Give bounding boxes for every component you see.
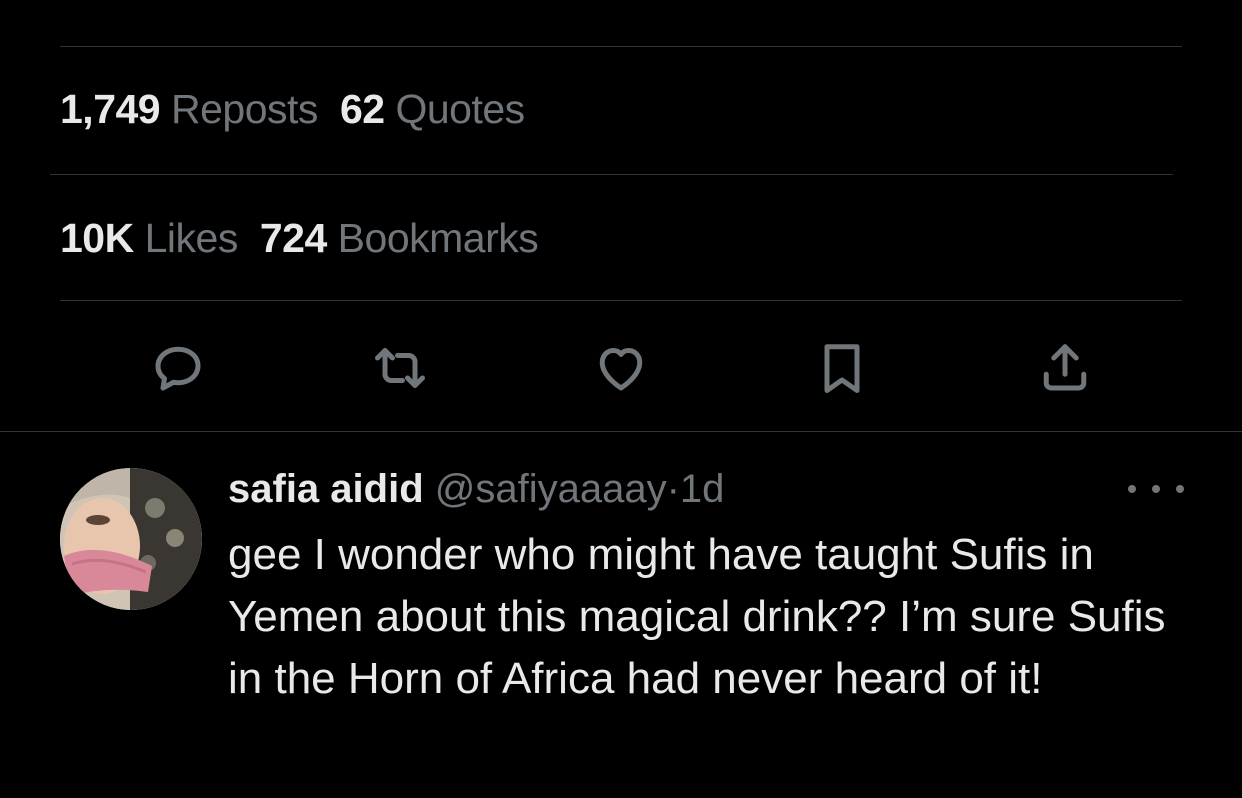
bookmarks-label: Bookmarks [337, 215, 539, 261]
share-button[interactable] [1032, 335, 1098, 401]
divider [60, 46, 1182, 47]
more-options-button[interactable] [1128, 474, 1184, 504]
stats-row-reposts-quotes: 1,749 Reposts 62 Quotes [60, 84, 547, 134]
bookmark-icon [824, 344, 860, 393]
author-handle[interactable]: @safiyaaaay [435, 467, 667, 511]
author-name[interactable]: safia aidid [228, 467, 424, 511]
reposts-count: 1,749 [60, 86, 161, 132]
reposts-label: Reposts [171, 86, 318, 132]
reply-header: safia aidid @safiyaaaay·1d [228, 462, 724, 516]
separator-dot: · [666, 467, 680, 511]
reply-button[interactable] [145, 335, 211, 401]
reply-post[interactable]: safia aidid @safiyaaaay·1d gee I wonder … [0, 432, 1242, 798]
repost-icon [375, 348, 425, 388]
divider [60, 300, 1182, 301]
share-icon [1043, 344, 1087, 391]
likes-label: Likes [144, 215, 239, 261]
divider [50, 174, 1173, 175]
bookmarks-count: 724 [259, 215, 327, 261]
avatar-image [60, 468, 202, 610]
more-dot-icon [1176, 485, 1184, 493]
like-button[interactable] [588, 335, 654, 401]
reposts-stat[interactable]: 1,749 Reposts [60, 84, 318, 134]
post-time[interactable]: 1d [680, 467, 725, 511]
action-bar [0, 335, 1242, 401]
stats-row-likes-bookmarks: 10K Likes 724 Bookmarks [60, 213, 560, 263]
bookmarks-stat[interactable]: 724 Bookmarks [259, 213, 539, 263]
reply-text: gee I wonder who might have taught Sufis… [228, 530, 1166, 703]
bookmark-button[interactable] [809, 335, 875, 401]
quotes-count: 62 [339, 86, 385, 132]
repost-button[interactable] [367, 335, 433, 401]
avatar[interactable] [60, 468, 202, 610]
likes-stat[interactable]: 10K Likes [60, 213, 238, 263]
more-dot-icon [1152, 485, 1160, 493]
likes-count: 10K [60, 215, 134, 261]
reply-icon [155, 346, 201, 391]
quotes-label: Quotes [395, 86, 525, 132]
like-icon [599, 348, 643, 391]
quotes-stat[interactable]: 62 Quotes [340, 84, 525, 134]
more-dot-icon [1128, 485, 1136, 493]
